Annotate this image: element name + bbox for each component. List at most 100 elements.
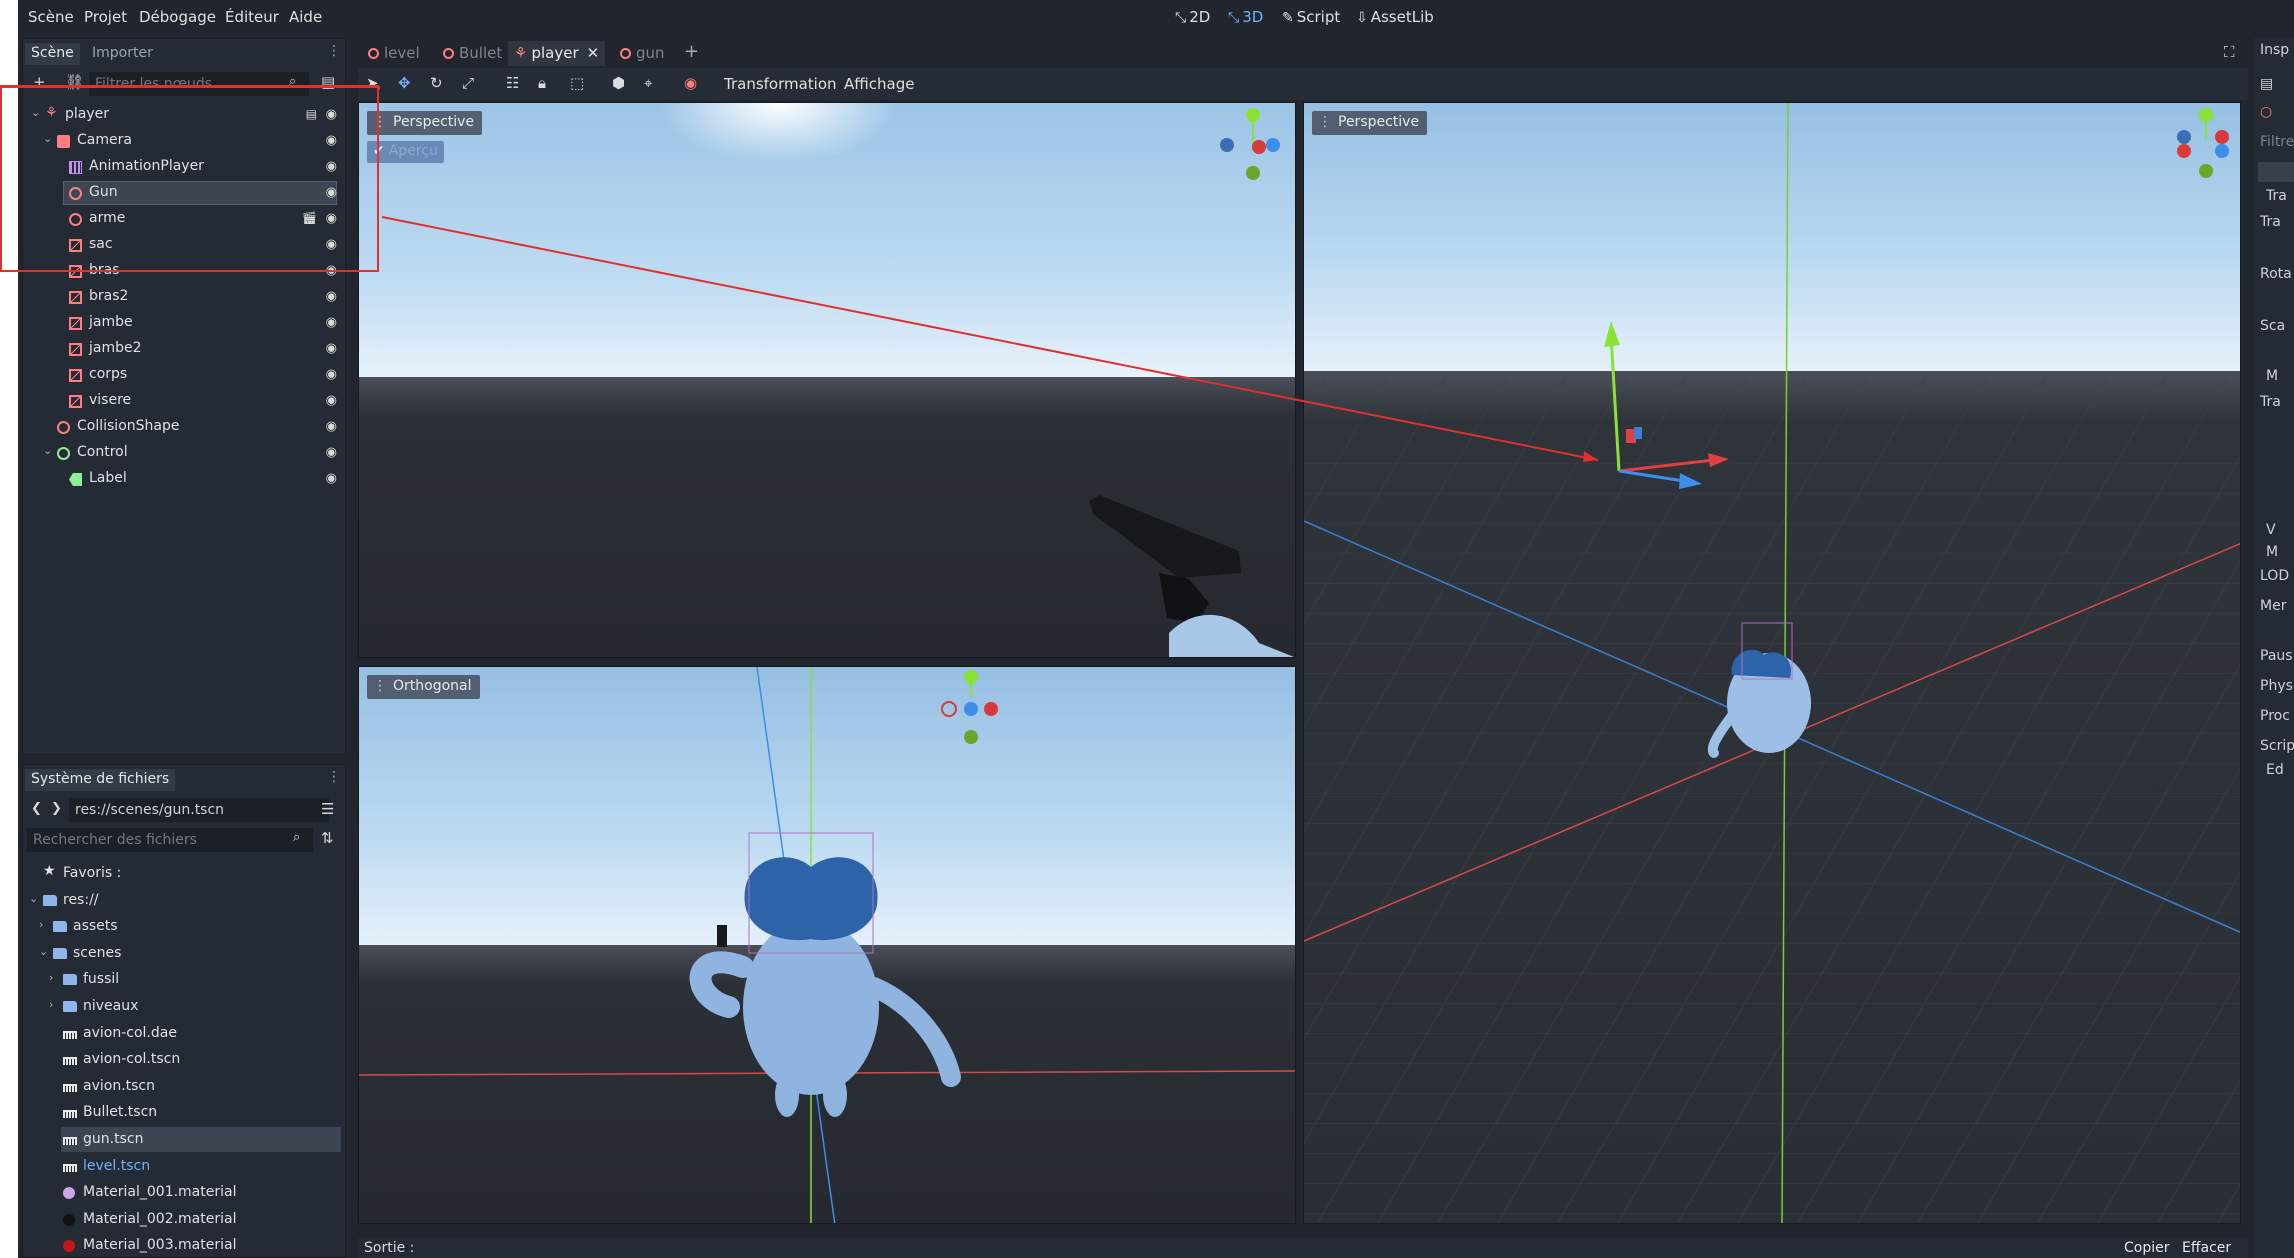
scene-tab-level[interactable]: level <box>362 41 426 66</box>
visibility-eye-icon[interactable]: ◉ <box>326 315 337 330</box>
file-tree-item[interactable]: avion-col.tscn <box>23 1047 345 1073</box>
menu-help[interactable]: Aide <box>289 8 322 26</box>
orthogonal-menu[interactable]: ⋮ Orthogonal <box>367 675 480 699</box>
chevron-right-icon[interactable]: › <box>49 971 53 984</box>
visibility-eye-icon[interactable]: ◉ <box>326 237 337 252</box>
path-field[interactable] <box>69 798 329 822</box>
file-tree-item[interactable]: Material_002.material <box>23 1207 345 1233</box>
mode-3d-button[interactable]: ⤡ 3D <box>1228 8 1263 26</box>
chevron-down-icon[interactable]: ⌄ <box>39 945 48 958</box>
visibility-eye-icon[interactable]: ◉ <box>326 341 337 356</box>
clear-button[interactable]: Effacer <box>2176 1240 2237 1256</box>
inspector-filter[interactable]: Filtre <box>2260 134 2294 150</box>
chevron-down-icon[interactable]: ⌄ <box>29 892 38 905</box>
scene-tree-item[interactable]: AnimationPlayer ◉ <box>23 155 345 180</box>
scene-tree-item[interactable]: CollisionShape ◉ <box>23 415 345 440</box>
visibility-eye-icon[interactable]: ◉ <box>326 419 337 434</box>
inspector-tab[interactable]: Insp <box>2260 42 2289 58</box>
menu-project[interactable]: Projet <box>84 8 127 26</box>
visibility-eye-icon[interactable]: ◉ <box>326 185 337 200</box>
visibility-eye-icon[interactable]: ◉ <box>326 289 337 304</box>
tab-import[interactable]: Importer <box>86 43 159 65</box>
scene-tree-item[interactable]: ⌄ Camera ◉ <box>23 129 345 154</box>
list-select-icon[interactable]: ☷ <box>506 74 519 92</box>
file-tree-item[interactable]: ★ Favoris : <box>23 861 345 887</box>
link-icon[interactable]: ⛓ <box>65 73 84 91</box>
mode-2d-button[interactable]: ⤡ 2D <box>1175 8 1210 26</box>
visibility-eye-icon[interactable]: ◉ <box>326 471 337 486</box>
mode-script-button[interactable]: ✎ Script <box>1282 8 1340 26</box>
viewport-bottom-left[interactable]: ⋮ Orthogonal <box>358 666 1296 1224</box>
scene-tree-item[interactable]: Gun ◉ <box>23 181 345 206</box>
filter-nodes-input[interactable] <box>89 72 309 96</box>
file-tree-item[interactable]: › assets <box>23 914 345 940</box>
group-icon[interactable]: ⬚ <box>570 74 584 92</box>
chevron-right-icon[interactable]: › <box>39 918 43 931</box>
scene-tree-item[interactable]: visere ◉ <box>23 389 345 414</box>
file-tree-item[interactable]: Bullet.tscn <box>23 1100 345 1126</box>
inspector-script-icon[interactable]: ▤ <box>2260 76 2273 92</box>
local-space-icon[interactable]: ⬢ <box>612 74 625 92</box>
open-scene-icon[interactable]: 🎬︎ <box>302 211 317 225</box>
split-view-icon[interactable]: ☰ <box>321 800 334 818</box>
attach-script-icon[interactable]: ▤ <box>321 73 335 91</box>
scene-tree-item[interactable]: jambe ◉ <box>23 311 345 336</box>
visibility-eye-icon[interactable]: ◉ <box>326 159 337 174</box>
scene-tree-item[interactable]: ⌄ Control ◉ <box>23 441 345 466</box>
transform-menu[interactable]: Transformation <box>724 75 837 93</box>
scene-tab-gun[interactable]: gun <box>614 41 671 66</box>
mode-assetlib-button[interactable]: ⇩ AssetLib <box>1356 8 1434 26</box>
perspective-menu[interactable]: ⋮ Perspective <box>367 111 483 135</box>
snap-icon[interactable]: ⌖ <box>644 74 652 92</box>
copy-button[interactable]: Copier <box>2118 1240 2176 1256</box>
file-tree-item[interactable]: gun.tscn <box>23 1127 345 1153</box>
tab-filesystem[interactable]: Système de fichiers <box>25 769 176 791</box>
file-tree-item[interactable]: ⌄ scenes <box>23 941 345 967</box>
menu-debug[interactable]: Débogage <box>139 8 216 26</box>
chevron-down-icon[interactable]: ⌄ <box>43 132 52 145</box>
sort-icon[interactable]: ⇅ <box>321 829 334 847</box>
visibility-eye-icon[interactable]: ◉ <box>326 263 337 278</box>
visibility-eye-icon[interactable]: ◉ <box>326 133 337 148</box>
dock-menu-icon[interactable]: ⋮ <box>327 43 341 59</box>
preview-checkbox[interactable]: ✔ Aperçu <box>367 141 444 163</box>
file-tree-item[interactable]: level.tscn <box>23 1154 345 1180</box>
menu-editor[interactable]: Éditeur <box>225 8 279 26</box>
visibility-eye-icon[interactable]: ◉ <box>326 367 337 382</box>
scene-tree-item[interactable]: bras2 ◉ <box>23 285 345 310</box>
scale-tool-icon[interactable]: ⤢ <box>462 74 474 92</box>
chevron-right-icon[interactable]: › <box>49 998 53 1011</box>
close-tab-icon[interactable]: ✕ <box>587 44 600 62</box>
visibility-eye-icon[interactable]: ◉ <box>326 393 337 408</box>
chevron-down-icon[interactable]: ⌄ <box>43 444 52 457</box>
scene-tree-item[interactable]: bras ◉ <box>23 259 345 284</box>
file-tree-item[interactable]: ⌄ res:// <box>23 888 345 914</box>
visibility-eye-icon[interactable]: ◉ <box>326 445 337 460</box>
chevron-down-icon[interactable]: ⌄ <box>31 106 40 119</box>
add-node-icon[interactable]: + <box>33 73 46 91</box>
file-tree-item[interactable]: Material_003.material <box>23 1233 345 1258</box>
viewport-top-left[interactable]: ⋮ Perspective ✔ Aperçu <box>358 102 1296 658</box>
file-tree-item[interactable]: avion-col.dae <box>23 1021 345 1047</box>
lock-icon[interactable]: 🔒︎ <box>538 74 546 92</box>
viewport-right[interactable]: ⋮ Perspective <box>1303 102 2241 1224</box>
scene-tree-item[interactable]: Label ◉ <box>23 467 345 492</box>
move-tool-icon[interactable]: ✥ <box>398 74 411 92</box>
select-tool-icon[interactable]: ➤ <box>366 74 379 92</box>
scene-tab-player[interactable]: ⚘ player ✕ <box>508 41 606 66</box>
rotate-tool-icon[interactable]: ↻ <box>430 74 443 92</box>
script-attached-icon[interactable]: ▤ <box>306 107 317 121</box>
fs-dock-menu-icon[interactable]: ⋮ <box>327 769 341 785</box>
file-tree-item[interactable]: › niveaux <box>23 994 345 1020</box>
scene-tree-item[interactable]: sac ◉ <box>23 233 345 258</box>
search-files-input[interactable] <box>27 828 313 852</box>
fullscreen-icon[interactable]: ⛶ <box>2218 40 2241 65</box>
view-menu[interactable]: Affichage <box>844 75 914 93</box>
add-tab-icon[interactable]: + <box>678 38 705 63</box>
file-tree-item[interactable]: Material_001.material <box>23 1180 345 1206</box>
back-icon[interactable]: ❮ <box>31 801 42 816</box>
camera-preview-icon[interactable]: ◉ <box>684 74 697 92</box>
visibility-eye-icon[interactable]: ◉ <box>326 211 337 226</box>
file-tree-item[interactable]: › fussil <box>23 967 345 993</box>
menu-scene[interactable]: Scène <box>28 8 74 26</box>
